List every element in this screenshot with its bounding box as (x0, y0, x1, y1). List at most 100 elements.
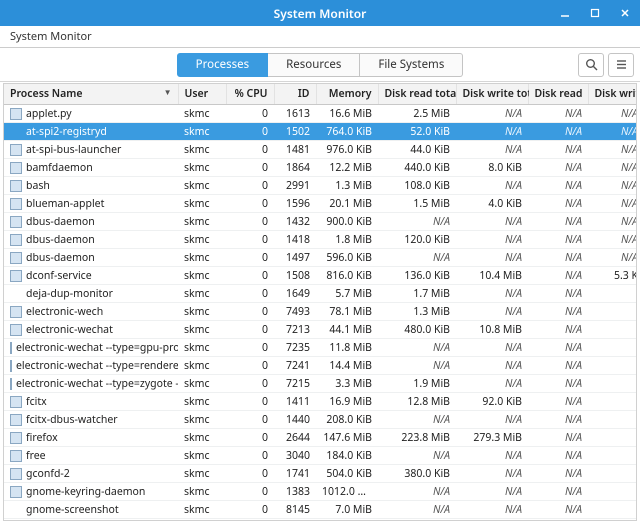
tab-filesystems[interactable]: File Systems (360, 53, 463, 77)
col-disk-read-total[interactable]: Disk read total (378, 84, 456, 105)
cell-na: N/A (588, 195, 637, 213)
cell-na: N/A (456, 465, 528, 483)
col-disk-read[interactable]: Disk read (528, 84, 588, 105)
process-icon (10, 216, 22, 228)
cell-id: 1613 (274, 105, 316, 123)
menu-system-monitor[interactable]: System Monitor (6, 27, 96, 46)
cell-process-name: deja-dup-monitor (4, 285, 178, 303)
table-row[interactable]: bashskmc029911.3 MiB108.0 KiBN/AN/AN/A (4, 177, 637, 195)
table-row[interactable]: applet.pyskmc0161316.6 MiB2.5 MiBN/AN/AN… (4, 105, 637, 123)
cell-user: skmc (178, 249, 226, 267)
cell-memory: 11.8 MiB (316, 339, 378, 357)
cell-na: N/A (456, 411, 528, 429)
cell-value (588, 501, 637, 519)
cell-memory: 78.1 MiB (316, 303, 378, 321)
process-table-wrap[interactable]: Process Name▼ User % CPU ID Memory Disk … (3, 83, 637, 521)
cell-na: N/A (528, 483, 588, 501)
table-row[interactable]: at-spi-bus-launcherskmc01481976.0 KiB44.… (4, 141, 637, 159)
cell-id: 8138 (274, 519, 316, 522)
col-disk-write[interactable]: Disk write (588, 84, 637, 105)
col-id[interactable]: ID (274, 84, 316, 105)
table-row[interactable]: electronic-wechat --type=zygote --skmc07… (4, 375, 637, 393)
table-row[interactable]: electronic-wechskmc0749378.1 MiB1.3 MiBN… (4, 303, 637, 321)
col-memory[interactable]: Memory (316, 84, 378, 105)
table-row[interactable]: gnome-keyring-daemonskmc013831012.0 KiBN… (4, 483, 637, 501)
cell-memory: 12.2 MiB (316, 159, 378, 177)
process-icon (10, 288, 22, 300)
close-icon[interactable] (610, 0, 640, 26)
col-process-name[interactable]: Process Name▼ (4, 84, 178, 105)
cell-na: N/A (378, 249, 456, 267)
table-row[interactable]: dbus-daemonskmc01432900.0 KiBN/AN/AN/AN/… (4, 213, 637, 231)
cell-na: N/A (456, 177, 528, 195)
table-row[interactable]: freeskmc03040184.0 KiBN/AN/AN/A (4, 447, 637, 465)
table-row[interactable]: blueman-appletskmc0159620.1 MiB1.5 MiB4.… (4, 195, 637, 213)
cell-na: N/A (456, 105, 528, 123)
cell-na: N/A (456, 249, 528, 267)
search-button[interactable] (578, 53, 604, 77)
table-row[interactable]: dconf-serviceskmc01508816.0 KiB136.0 KiB… (4, 267, 637, 285)
cell-value: 52.0 KiB (378, 123, 456, 141)
table-row[interactable]: dbus-daemonskmc01497596.0 KiBN/AN/AN/AN/… (4, 249, 637, 267)
cell-user: skmc (178, 339, 226, 357)
cell-user: skmc (178, 393, 226, 411)
cell-na: N/A (528, 429, 588, 447)
process-icon (10, 396, 22, 408)
cell-memory: 20.1 MiB (316, 195, 378, 213)
process-name-text: dbus-daemon (26, 215, 95, 229)
cell-na: N/A (528, 357, 588, 375)
cell-cpu: 0 (226, 141, 274, 159)
maximize-icon[interactable] (580, 0, 610, 26)
cell-cpu: 0 (226, 411, 274, 429)
hamburger-menu-button[interactable] (608, 53, 634, 77)
cell-na: N/A (456, 303, 528, 321)
cell-id: 7241 (274, 357, 316, 375)
process-name-text: firefox (26, 431, 58, 445)
table-row[interactable]: gnome-screenshotskmc081457.0 MiBN/AN/AN/… (4, 501, 637, 519)
process-name-text: dbus-daemon (26, 233, 95, 247)
cell-user: skmc (178, 429, 226, 447)
table-row[interactable]: firefoxskmc02644147.6 MiB223.8 MiB279.3 … (4, 429, 637, 447)
cell-user: skmc (178, 411, 226, 429)
table-row[interactable]: fcitx-dbus-watcherskmc01440208.0 KiBN/AN… (4, 411, 637, 429)
table-row[interactable]: electronic-wechat --type=gpu-proskmc0723… (4, 339, 637, 357)
cell-cpu: 0 (226, 339, 274, 357)
cell-cpu: 0 (226, 285, 274, 303)
tab-resources[interactable]: Resources (268, 53, 360, 77)
cell-user: skmc (178, 447, 226, 465)
cell-id: 7215 (274, 375, 316, 393)
cell-id: 1440 (274, 411, 316, 429)
cell-value: 8.0 KiB (456, 519, 528, 522)
process-icon (10, 468, 22, 480)
table-row[interactable]: at-spi2-registrydskmc01502764.0 KiB52.0 … (4, 123, 637, 141)
cell-value: 120.0 KiB (378, 231, 456, 249)
process-icon (10, 378, 12, 390)
table-row[interactable]: fcitxskmc0141116.9 MiB12.8 MiB92.0 KiBN/… (4, 393, 637, 411)
cell-na: N/A (528, 195, 588, 213)
table-row[interactable]: bamfdaemonskmc0186412.2 MiB440.0 KiB8.0 … (4, 159, 637, 177)
minimize-icon[interactable] (550, 0, 580, 26)
col-cpu[interactable]: % CPU (226, 84, 274, 105)
cell-user: skmc (178, 303, 226, 321)
table-row[interactable]: deja-dup-monitorskmc016495.7 MiB1.7 MiBN… (4, 285, 637, 303)
col-disk-write-total[interactable]: Disk write tot. (456, 84, 528, 105)
cell-memory: 208.0 KiB (316, 411, 378, 429)
table-row[interactable]: electronic-wechatskmc0721344.1 MiB480.0 … (4, 321, 637, 339)
process-icon (10, 162, 22, 174)
cell-na: N/A (588, 123, 637, 141)
process-icon (10, 306, 22, 318)
table-row[interactable]: electronic-wechat --type=rendererskmc072… (4, 357, 637, 375)
cell-id: 3040 (274, 447, 316, 465)
cell-user: skmc (178, 357, 226, 375)
table-row[interactable]: gnome-system-monitorskmc20813811.9 MiB7.… (4, 519, 637, 522)
cell-id: 2644 (274, 429, 316, 447)
cell-na: N/A (528, 141, 588, 159)
table-row[interactable]: gconfd-2skmc01741504.0 KiB380.0 KiBN/AN/… (4, 465, 637, 483)
tab-processes[interactable]: Processes (177, 53, 268, 77)
col-user[interactable]: User (178, 84, 226, 105)
cell-process-name: electronic-wechat --type=renderer (4, 357, 178, 375)
process-icon (10, 234, 22, 246)
table-row[interactable]: dbus-daemonskmc014181.8 MiB120.0 KiBN/AN… (4, 231, 637, 249)
cell-memory: 3.3 MiB (316, 375, 378, 393)
cell-cpu: 0 (226, 357, 274, 375)
